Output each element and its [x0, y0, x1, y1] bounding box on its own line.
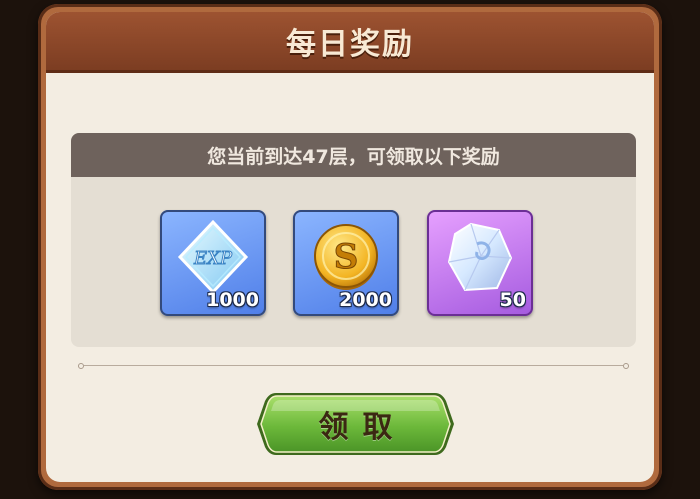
- reward-items-row: EXP 1000 S 2000 50: [71, 210, 636, 320]
- purple-gem-icon: [447, 222, 513, 292]
- divider: [78, 363, 629, 369]
- dialog-body: 每日奖励 您当前到达47层，可领取以下奖励 EXP 1000 S 2000 50…: [46, 12, 654, 482]
- reward-quantity: 50: [499, 289, 526, 311]
- claim-button[interactable]: 领取: [254, 389, 457, 459]
- gold-coin-icon: S: [314, 224, 378, 290]
- reward-item-exp[interactable]: EXP 1000: [160, 210, 266, 316]
- reward-item-gold[interactable]: S 2000: [293, 210, 399, 316]
- reward-item-gem[interactable]: 50: [427, 210, 533, 316]
- dialog-title-bar: 每日奖励: [46, 12, 654, 73]
- divider-end-dot: [78, 363, 84, 369]
- claim-button-label: 领取: [318, 410, 407, 445]
- reward-quantity: 2000: [339, 289, 392, 311]
- reward-panel: 您当前到达47层，可领取以下奖励 EXP 1000 S 2000 50: [71, 133, 636, 347]
- reward-quantity: 1000: [206, 289, 259, 311]
- dialog-title: 每日奖励: [286, 27, 414, 62]
- divider-line: [84, 365, 623, 366]
- svg-text:EXP: EXP: [193, 248, 233, 269]
- exp-crystal-icon: EXP: [177, 219, 249, 295]
- daily-reward-dialog: 每日奖励 您当前到达47层，可领取以下奖励 EXP 1000 S 2000 50…: [38, 4, 662, 490]
- svg-text:S: S: [334, 237, 359, 277]
- reward-message: 您当前到达47层，可领取以下奖励: [207, 145, 500, 168]
- game-screen: 每日奖励 您当前到达47层，可领取以下奖励 EXP 1000 S 2000 50…: [0, 0, 700, 499]
- divider-end-dot: [623, 363, 629, 369]
- reward-panel-header: 您当前到达47层，可领取以下奖励: [71, 133, 636, 177]
